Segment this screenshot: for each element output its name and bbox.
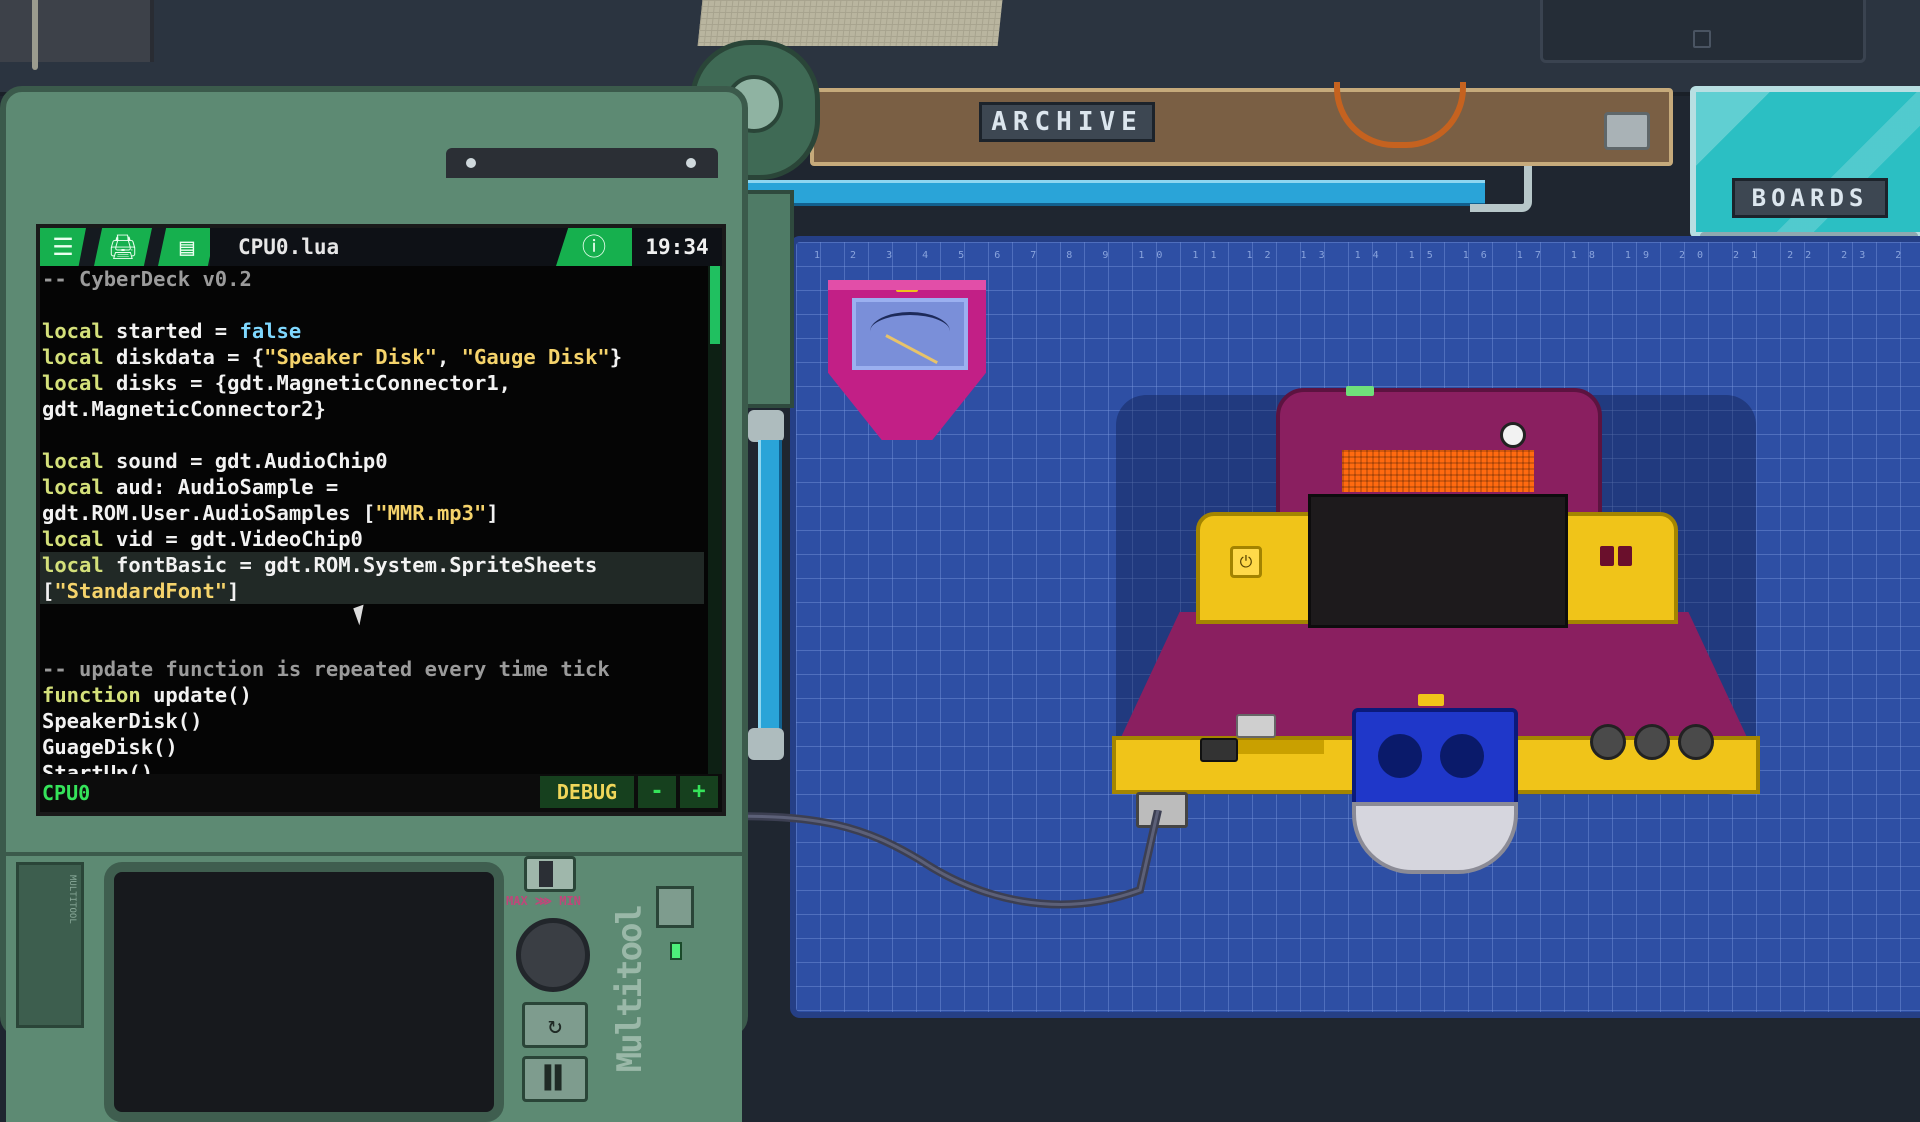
power-icon[interactable]: ⏻ bbox=[1230, 546, 1262, 578]
side-button[interactable] bbox=[1618, 546, 1632, 566]
zoom-out-button[interactable]: - bbox=[638, 776, 676, 808]
status-led bbox=[670, 942, 682, 960]
gauge-rim bbox=[828, 280, 986, 290]
multitool-panel: MULTITOOL MAX ⋙ MIN ↻ ▌▌ Multitool bbox=[6, 852, 742, 1122]
archive-label[interactable]: ARCHIVE bbox=[979, 102, 1155, 142]
max-min-label: MAX ⋙ MIN bbox=[506, 894, 581, 908]
pause-icon[interactable]: ▌▌ bbox=[522, 1056, 588, 1102]
editor-status-bar: CPU0 DEBUG - + bbox=[40, 774, 722, 812]
zoom-in-button[interactable]: + bbox=[680, 776, 718, 808]
document-icon[interactable]: ▤ bbox=[158, 228, 216, 266]
code-line[interactable]: SpeakerDisk() bbox=[40, 708, 704, 734]
console-slider-knob[interactable] bbox=[1200, 738, 1238, 762]
save-slot[interactable] bbox=[1540, 0, 1866, 63]
save-icon[interactable] bbox=[1693, 30, 1711, 48]
code-line[interactable]: local sound = gdt.AudioChip0 bbox=[40, 448, 704, 474]
code-line[interactable]: ["StandardFont"] bbox=[40, 578, 704, 604]
gauge-scale bbox=[870, 312, 950, 351]
robot-icon[interactable]: 🖨 bbox=[94, 228, 152, 266]
max-label: MAX bbox=[506, 894, 528, 908]
console-cartridge[interactable] bbox=[1352, 708, 1518, 816]
code-line[interactable]: local diskdata = {"Speaker Disk", "Gauge… bbox=[40, 344, 704, 370]
code-line[interactable]: function update() bbox=[40, 682, 704, 708]
code-line[interactable]: GuageDisk() bbox=[40, 734, 704, 760]
code-line[interactable] bbox=[40, 422, 704, 448]
menu-icon[interactable]: ☰ bbox=[40, 228, 86, 266]
code-line[interactable]: local disks = {gdt.MagneticConnector1, bbox=[40, 370, 704, 396]
info-icon[interactable]: ⓘ bbox=[556, 228, 632, 266]
code-editor: ☰ 🖨 ▤ CPU0.lua ⓘ 19:34 -- CyberDeck v0.2… bbox=[36, 224, 726, 816]
gauge-face bbox=[852, 298, 968, 370]
grid-ruler: 1 2 3 4 5 6 7 8 9 10 11 12 13 14 15 16 1… bbox=[814, 250, 1906, 261]
cable[interactable] bbox=[700, 810, 1180, 920]
side-strip-label: MULTITOOL bbox=[67, 875, 77, 924]
device-top-bar bbox=[446, 148, 718, 178]
dial-knob-icon[interactable] bbox=[516, 918, 590, 992]
pipe-left bbox=[758, 440, 782, 730]
multitool-controls: MAX ⋙ MIN ↻ ▌▌ bbox=[500, 856, 610, 1106]
editor-scrollbar[interactable] bbox=[708, 266, 722, 774]
dial-knob-icon[interactable] bbox=[1678, 724, 1714, 760]
console-dials[interactable] bbox=[1590, 720, 1720, 770]
code-line[interactable]: gdt.MagneticConnector2} bbox=[40, 396, 704, 422]
cable-coil bbox=[1334, 82, 1466, 148]
toggle-switch[interactable] bbox=[524, 856, 576, 892]
pipe-cap bbox=[748, 410, 784, 442]
code-line[interactable]: StartUp() bbox=[40, 760, 704, 774]
eject-icon[interactable] bbox=[656, 886, 694, 928]
console-speaker-grill bbox=[1342, 450, 1534, 492]
code-line[interactable]: local vid = gdt.VideoChip0 bbox=[40, 526, 704, 552]
dial-knob-icon[interactable] bbox=[1590, 724, 1626, 760]
boards-label[interactable]: BOARDS bbox=[1732, 178, 1888, 218]
screw-icon bbox=[686, 158, 696, 168]
code-line[interactable] bbox=[40, 292, 704, 318]
code-line[interactable]: gdt.ROM.User.AudioSamples ["MMR.mp3"] bbox=[40, 500, 704, 526]
status-chip-name: CPU0 bbox=[42, 781, 91, 805]
dial-knob-icon[interactable] bbox=[1634, 724, 1670, 760]
cartridge-hole bbox=[1440, 734, 1484, 778]
min-label: MIN bbox=[559, 894, 581, 908]
code-line[interactable] bbox=[40, 630, 704, 656]
paper-clip-stack bbox=[0, 0, 154, 70]
pipe-elbow bbox=[1470, 166, 1532, 212]
pipe-top bbox=[745, 180, 1485, 206]
code-terminal: ☰ 🖨 ▤ CPU0.lua ⓘ 19:34 -- CyberDeck v0.2… bbox=[0, 86, 748, 1122]
scrollbar-thumb[interactable] bbox=[710, 266, 720, 344]
archive-drawer[interactable]: ARCHIVE bbox=[810, 82, 1673, 166]
cutting-mat bbox=[697, 0, 1003, 46]
file-tab[interactable]: CPU0.lua bbox=[210, 228, 580, 266]
code-line[interactable] bbox=[40, 604, 704, 630]
boards-cabinet[interactable]: BOARDS bbox=[1690, 86, 1920, 238]
code-line[interactable]: -- CyberDeck v0.2 bbox=[40, 266, 704, 292]
drawer-handle-icon[interactable] bbox=[1604, 112, 1650, 150]
screw-icon bbox=[466, 158, 476, 168]
console-screen bbox=[1308, 494, 1568, 628]
debug-button[interactable]: DEBUG bbox=[540, 776, 634, 808]
code-text-area[interactable]: -- CyberDeck v0.2 local started = false l… bbox=[40, 266, 704, 774]
multitool-screen bbox=[104, 862, 504, 1122]
clock: 19:34 bbox=[632, 228, 722, 266]
code-line[interactable]: -- update function is repeated every tim… bbox=[40, 656, 704, 682]
toggle-knob[interactable] bbox=[539, 861, 553, 887]
code-line[interactable]: local aud: AudioSample = bbox=[40, 474, 704, 500]
side-strip: MULTITOOL bbox=[16, 862, 84, 1028]
side-button[interactable] bbox=[1600, 546, 1614, 566]
editor-tab-bar: ☰ 🖨 ▤ CPU0.lua ⓘ 19:34 bbox=[40, 228, 722, 266]
cartridge-tab bbox=[1418, 694, 1444, 706]
code-line[interactable]: local fontBasic = gdt.ROM.System.SpriteS… bbox=[40, 552, 704, 578]
console-led bbox=[1346, 386, 1374, 396]
refresh-icon[interactable]: ↻ bbox=[522, 1002, 588, 1048]
console-slider-knob[interactable] bbox=[1236, 714, 1276, 738]
multitool-brand: Multitool bbox=[610, 906, 650, 1073]
console-side-buttons[interactable] bbox=[1600, 546, 1642, 566]
console-knob-icon[interactable] bbox=[1500, 422, 1526, 448]
cartridge-hole bbox=[1378, 734, 1422, 778]
pipe-cap bbox=[748, 728, 784, 760]
code-line[interactable]: local started = false bbox=[40, 318, 704, 344]
